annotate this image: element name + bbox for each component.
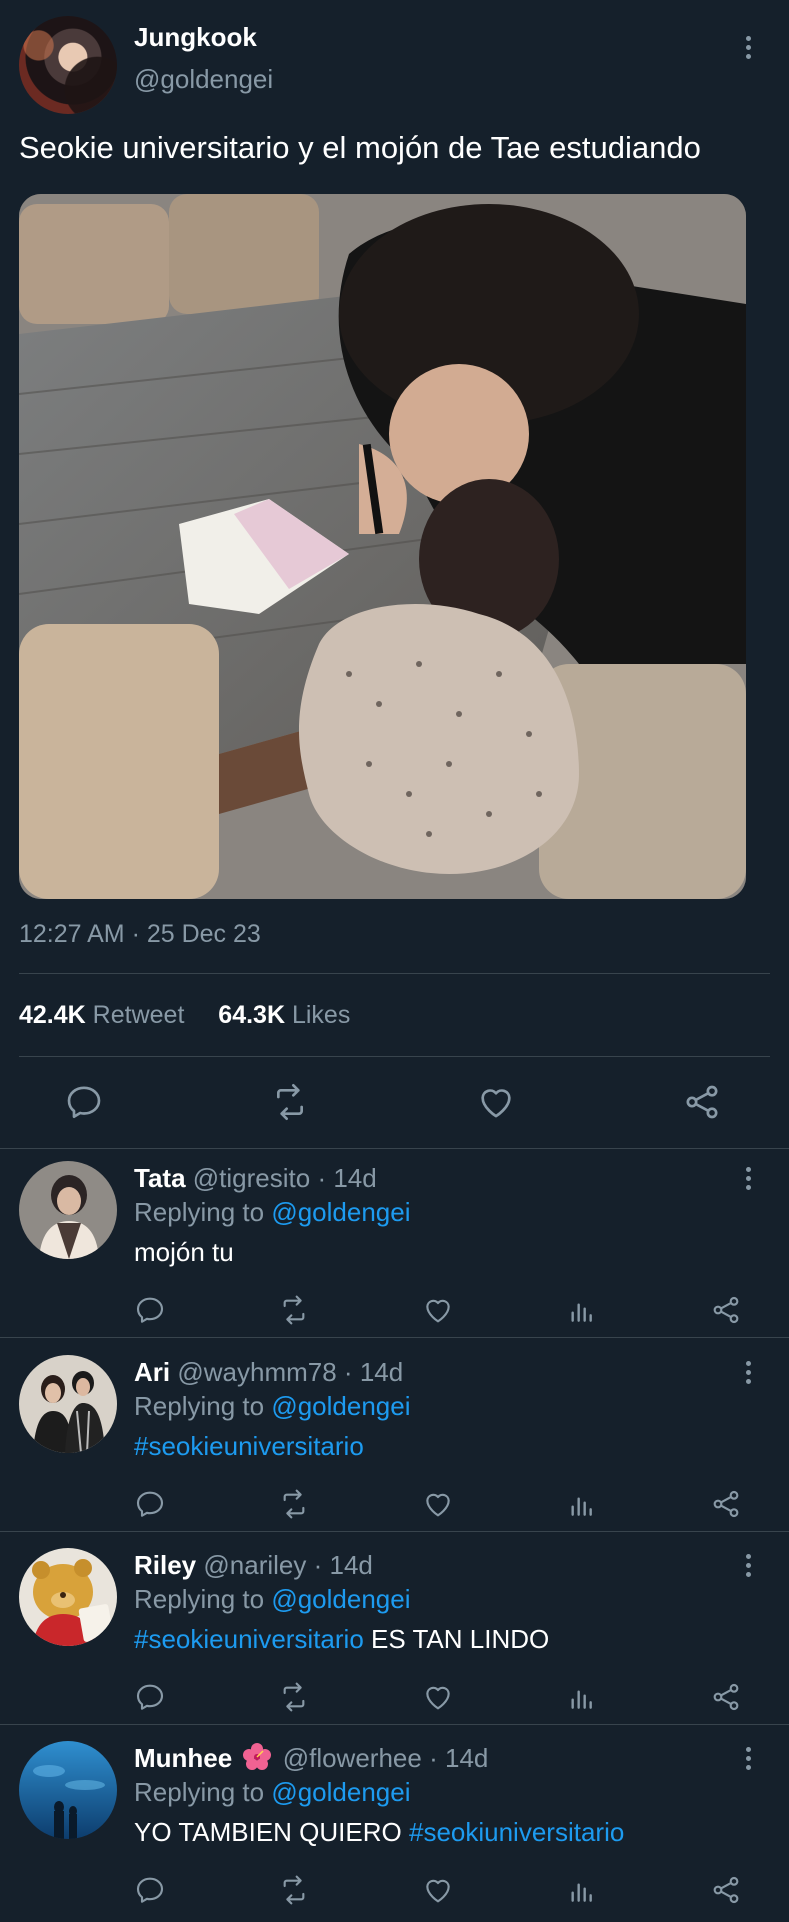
reply-author-handle[interactable]: @wayhmm78 xyxy=(177,1357,336,1387)
author-avatar[interactable] xyxy=(19,16,117,114)
reply-author-name[interactable]: Munhee xyxy=(134,1743,232,1773)
like-icon[interactable] xyxy=(422,1488,454,1520)
more-icon[interactable] xyxy=(744,1747,752,1775)
reply-author-name[interactable]: Riley xyxy=(134,1550,196,1580)
more-icon[interactable] xyxy=(744,1167,752,1195)
reply-icon[interactable] xyxy=(134,1294,166,1326)
divider xyxy=(0,1531,789,1532)
like-icon[interactable] xyxy=(422,1294,454,1326)
reply-icon[interactable] xyxy=(134,1874,166,1906)
reply-body: YO TAMBIEN QUIERO xyxy=(134,1817,402,1847)
reply-author-handle[interactable]: @nariley xyxy=(203,1550,306,1580)
reply-avatar[interactable] xyxy=(19,1548,117,1646)
replying-to-handle[interactable]: @goldengei xyxy=(271,1777,410,1807)
more-icon[interactable] xyxy=(744,1554,752,1582)
retweet-icon[interactable] xyxy=(278,1874,310,1906)
replying-to-label: Replying to xyxy=(134,1197,265,1227)
reply-body: mojón tu xyxy=(134,1237,234,1267)
replying-to-handle[interactable]: @goldengei xyxy=(271,1391,410,1421)
reply-author-name[interactable]: Tata xyxy=(134,1163,186,1193)
reply-author-handle[interactable]: @flowerhee xyxy=(283,1743,422,1773)
retweet-icon[interactable] xyxy=(278,1294,310,1326)
tweet-stats: 42.4K Retweet 64.3K Likes xyxy=(19,1001,350,1030)
reply-avatar[interactable] xyxy=(19,1741,117,1839)
likes-count[interactable]: 64.3K xyxy=(218,1001,285,1029)
reply-icon[interactable] xyxy=(134,1488,166,1520)
retweet-icon[interactable] xyxy=(278,1681,310,1713)
reply-body: ES TAN LINDO xyxy=(371,1624,550,1654)
like-icon[interactable] xyxy=(476,1082,516,1122)
divider xyxy=(0,1337,789,1338)
hashtag-link[interactable]: #seokieuniversitario xyxy=(134,1624,364,1654)
reply-item[interactable]: Ari @wayhmm78 · 14d Replying to @goldeng… xyxy=(0,1343,789,1536)
reply-age[interactable]: 14d xyxy=(330,1550,373,1580)
like-icon[interactable] xyxy=(422,1681,454,1713)
separator: · xyxy=(343,1357,353,1387)
divider xyxy=(0,1724,789,1725)
replying-to-handle[interactable]: @goldengei xyxy=(271,1584,410,1614)
retweet-icon[interactable] xyxy=(278,1488,310,1520)
reply-item[interactable]: Riley @nariley · 14d Replying to @golden… xyxy=(0,1536,789,1729)
reply-text: mojón tu xyxy=(134,1237,234,1268)
share-icon[interactable] xyxy=(710,1681,742,1713)
replying-to-label: Replying to xyxy=(134,1584,265,1614)
replying-to-handle[interactable]: @goldengei xyxy=(271,1197,410,1227)
retweets-label[interactable]: Retweet xyxy=(93,1001,185,1029)
views-icon[interactable] xyxy=(566,1874,598,1906)
author-name[interactable]: Jungkook xyxy=(134,22,257,53)
likes-label[interactable]: Likes xyxy=(292,1001,350,1029)
divider xyxy=(19,1056,770,1057)
divider xyxy=(19,973,770,974)
separator: · xyxy=(317,1163,327,1193)
tweet-photo[interactable] xyxy=(19,194,746,899)
views-icon[interactable] xyxy=(566,1488,598,1520)
reply-avatar[interactable] xyxy=(19,1161,117,1259)
more-icon[interactable] xyxy=(744,36,752,64)
tweet-timestamp[interactable]: 12:27 AM · 25 Dec 23 xyxy=(19,920,261,949)
reply-age[interactable]: 14d xyxy=(333,1163,376,1193)
reply-text: YO TAMBIEN QUIERO #seokiuniversitario xyxy=(134,1817,624,1848)
share-icon[interactable] xyxy=(710,1874,742,1906)
retweets-count[interactable]: 42.4K xyxy=(19,1001,86,1029)
reply-author-name[interactable]: Ari xyxy=(134,1357,170,1387)
reply-age[interactable]: 14d xyxy=(445,1743,488,1773)
more-icon[interactable] xyxy=(744,1361,752,1389)
reply-text: #seokieuniversitario xyxy=(134,1431,364,1462)
reply-avatar[interactable] xyxy=(19,1355,117,1453)
separator: · xyxy=(313,1550,323,1580)
share-icon[interactable] xyxy=(710,1488,742,1520)
hibiscus-emoji xyxy=(243,1743,272,1771)
reply-age[interactable]: 14d xyxy=(360,1357,403,1387)
tweet-text: Seokie universitario y el mojón de Tae e… xyxy=(19,130,701,165)
reply-icon[interactable] xyxy=(134,1681,166,1713)
reply-item[interactable]: Tata @tigresito · 14d Replying to @golde… xyxy=(0,1149,789,1342)
views-icon[interactable] xyxy=(566,1294,598,1326)
replying-to-label: Replying to xyxy=(134,1391,265,1421)
hashtag-link[interactable]: #seokiuniversitario xyxy=(409,1817,624,1847)
reply-author-handle[interactable]: @tigresito xyxy=(193,1163,310,1193)
views-icon[interactable] xyxy=(566,1681,598,1713)
hashtag-link[interactable]: #seokieuniversitario xyxy=(134,1431,364,1461)
replying-to-label: Replying to xyxy=(134,1777,265,1807)
reply-text: #seokieuniversitario ES TAN LINDO xyxy=(134,1624,549,1655)
like-icon[interactable] xyxy=(422,1874,454,1906)
reply-icon[interactable] xyxy=(64,1082,104,1122)
separator: · xyxy=(429,1743,438,1773)
share-icon[interactable] xyxy=(710,1294,742,1326)
author-handle[interactable]: @goldengei xyxy=(134,64,273,95)
retweet-icon[interactable] xyxy=(270,1082,310,1122)
share-icon[interactable] xyxy=(682,1082,722,1122)
reply-item[interactable]: Munhee @flowerhee · 14d Replying to @gol… xyxy=(0,1729,789,1922)
